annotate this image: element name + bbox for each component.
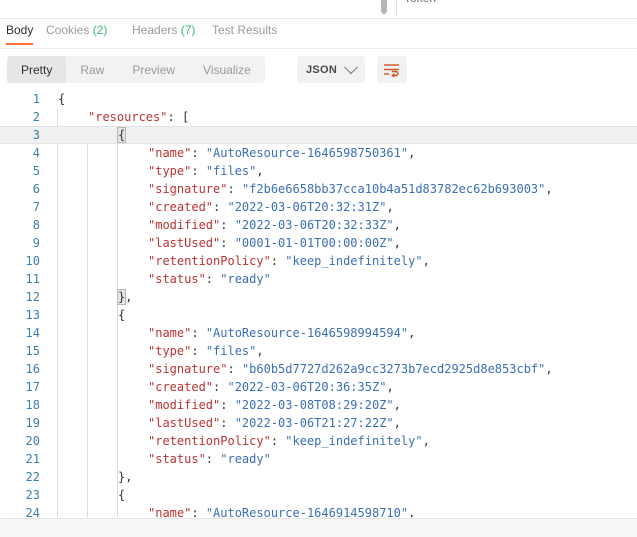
code-line[interactable]: 7 "created": "2022-03-06T20:32:31Z", bbox=[0, 198, 637, 216]
line-number: 15 bbox=[25, 344, 40, 358]
line-number: 4 bbox=[32, 146, 40, 160]
code-line[interactable]: 16 "signature": "b60b5d7727d262a9cc3273b7… bbox=[0, 360, 637, 378]
code-line-text: "signature": "f2b6e6658bb37cca10b4a51d83… bbox=[148, 182, 553, 196]
word-wrap-icon bbox=[384, 64, 399, 77]
view-mode-segmented-control: Pretty Raw Preview Visualize bbox=[7, 56, 265, 83]
language-select-value: JSON bbox=[306, 63, 338, 76]
code-line-text: "name": "AutoResource-1646598994594", bbox=[148, 326, 416, 340]
view-mode-raw[interactable]: Raw bbox=[66, 56, 118, 83]
code-line[interactable]: 19 "lastUsed": "2022-03-06T21:27:22Z", bbox=[0, 414, 637, 432]
code-line[interactable]: 14 "name": "AutoResource-1646598994594", bbox=[0, 324, 637, 342]
line-number: 11 bbox=[25, 272, 40, 286]
tab-headers-label: Headers bbox=[132, 23, 178, 37]
line-number: 5 bbox=[32, 164, 40, 178]
code-line[interactable]: 21 "status": "ready" bbox=[0, 450, 637, 468]
response-body-code-editor[interactable]: 1{2 "resources": [3{4 "name": "AutoResourc… bbox=[0, 90, 637, 519]
line-number: 20 bbox=[25, 434, 40, 448]
response-tabs-bar: Body Cookies (2) Headers (7) Test Result… bbox=[0, 19, 637, 49]
line-number: 3 bbox=[32, 128, 40, 142]
line-number: 1 bbox=[32, 92, 40, 106]
code-line-text: "resources": [ bbox=[88, 110, 190, 124]
code-line-text: "type": "files", bbox=[148, 164, 264, 178]
line-number: 21 bbox=[25, 452, 40, 466]
line-number: 23 bbox=[25, 488, 40, 502]
code-line-text: { bbox=[118, 308, 126, 322]
response-format-toolbar: Pretty Raw Preview Visualize JSON bbox=[0, 49, 637, 90]
line-number: 14 bbox=[25, 326, 40, 340]
word-wrap-button[interactable] bbox=[377, 56, 407, 83]
code-line[interactable]: 12}, bbox=[0, 288, 637, 306]
code-line-text: "retentionPolicy": "keep_indefinitely", bbox=[148, 254, 430, 268]
token-field-label: Token bbox=[404, 0, 436, 5]
code-line[interactable]: 18 "modified": "2022-03-08T08:29:20Z", bbox=[0, 396, 637, 414]
code-lines-container: 1{2 "resources": [3{4 "name": "AutoResourc… bbox=[0, 90, 637, 519]
line-number: 12 bbox=[25, 290, 40, 304]
code-line-text: "lastUsed": "0001-01-01T00:00:00Z", bbox=[148, 236, 401, 250]
code-line-text: { bbox=[116, 127, 127, 143]
line-number: 16 bbox=[25, 362, 40, 376]
code-line-text: "name": "AutoResource-1646598750361", bbox=[148, 146, 416, 160]
code-line[interactable]: 10 "retentionPolicy": "keep_indefinitely"… bbox=[0, 252, 637, 270]
previous-pane-sliver: Token bbox=[0, 0, 637, 19]
tab-cookies[interactable]: Cookies (2) bbox=[46, 23, 107, 45]
code-line[interactable]: 4 "name": "AutoResource-1646598750361", bbox=[0, 144, 637, 162]
code-line-text: }, bbox=[118, 470, 133, 484]
line-number: 22 bbox=[25, 470, 40, 484]
code-line[interactable]: 1{ bbox=[0, 90, 637, 108]
tab-test-results[interactable]: Test Results bbox=[212, 23, 277, 45]
code-line[interactable]: 9 "lastUsed": "0001-01-01T00:00:00Z", bbox=[0, 234, 637, 252]
code-line-text: { bbox=[58, 92, 66, 106]
tab-headers[interactable]: Headers (7) bbox=[132, 23, 195, 45]
line-number: 7 bbox=[32, 200, 40, 214]
status-bar bbox=[0, 518, 637, 537]
code-line[interactable]: 20 "retentionPolicy": "keep_indefinitely"… bbox=[0, 432, 637, 450]
code-line-text: "modified": "2022-03-06T20:32:33Z", bbox=[148, 218, 401, 232]
language-select[interactable]: JSON bbox=[297, 56, 366, 83]
request-pane-scrollbar-thumb[interactable] bbox=[381, 0, 387, 14]
tab-headers-count: (7) bbox=[180, 23, 196, 37]
line-number: 19 bbox=[25, 416, 40, 430]
line-number: 18 bbox=[25, 398, 40, 412]
line-number: 2 bbox=[32, 110, 40, 124]
tab-body[interactable]: Body bbox=[6, 23, 34, 45]
line-number: 8 bbox=[32, 218, 40, 232]
code-line-text: "status": "ready" bbox=[148, 272, 271, 286]
tab-test-results-label: Test Results bbox=[212, 23, 278, 37]
code-line-text: "type": "files", bbox=[148, 344, 264, 358]
pane-divider bbox=[396, 0, 397, 16]
line-number: 13 bbox=[25, 308, 40, 322]
chevron-down-icon bbox=[344, 59, 359, 74]
code-line-text: }, bbox=[116, 289, 133, 305]
code-line-text: "lastUsed": "2022-03-06T21:27:22Z", bbox=[148, 416, 401, 430]
code-line-text: "signature": "b60b5d7727d262a9cc3273b7ec… bbox=[148, 362, 553, 376]
code-line[interactable]: 8 "modified": "2022-03-06T20:32:33Z", bbox=[0, 216, 637, 234]
line-number: 6 bbox=[32, 182, 40, 196]
code-line[interactable]: 22}, bbox=[0, 468, 637, 486]
tab-cookies-label: Cookies bbox=[46, 23, 90, 37]
code-line-text: "status": "ready" bbox=[148, 452, 271, 466]
code-line[interactable]: 23 { bbox=[0, 486, 637, 504]
line-number: 9 bbox=[32, 236, 40, 250]
code-line[interactable]: 6 "signature": "f2b6e6658bb37cca10b4a51d8… bbox=[0, 180, 637, 198]
code-line[interactable]: 2 "resources": [ bbox=[0, 108, 637, 126]
code-line-text: "modified": "2022-03-08T08:29:20Z", bbox=[148, 398, 401, 412]
code-line[interactable]: 13 { bbox=[0, 306, 637, 324]
view-mode-preview[interactable]: Preview bbox=[118, 56, 189, 83]
tab-cookies-count: (2) bbox=[92, 23, 108, 37]
code-line[interactable]: 15 "type": "files", bbox=[0, 342, 637, 360]
code-line-text: "created": "2022-03-06T20:36:35Z", bbox=[148, 380, 394, 394]
code-line-text: "retentionPolicy": "keep_indefinitely", bbox=[148, 434, 430, 448]
code-line-text: { bbox=[118, 488, 126, 502]
code-line-text: "created": "2022-03-06T20:32:31Z", bbox=[148, 200, 394, 214]
code-line[interactable]: 17 "created": "2022-03-06T20:36:35Z", bbox=[0, 378, 637, 396]
line-number: 10 bbox=[25, 254, 40, 268]
code-line[interactable]: 11 "status": "ready" bbox=[0, 270, 637, 288]
line-number: 17 bbox=[25, 380, 40, 394]
view-mode-visualize[interactable]: Visualize bbox=[189, 56, 265, 83]
view-mode-pretty[interactable]: Pretty bbox=[7, 56, 67, 83]
code-line[interactable]: 5 "type": "files", bbox=[0, 162, 637, 180]
tab-body-label: Body bbox=[6, 23, 34, 37]
code-line[interactable]: 3{ bbox=[0, 126, 637, 144]
